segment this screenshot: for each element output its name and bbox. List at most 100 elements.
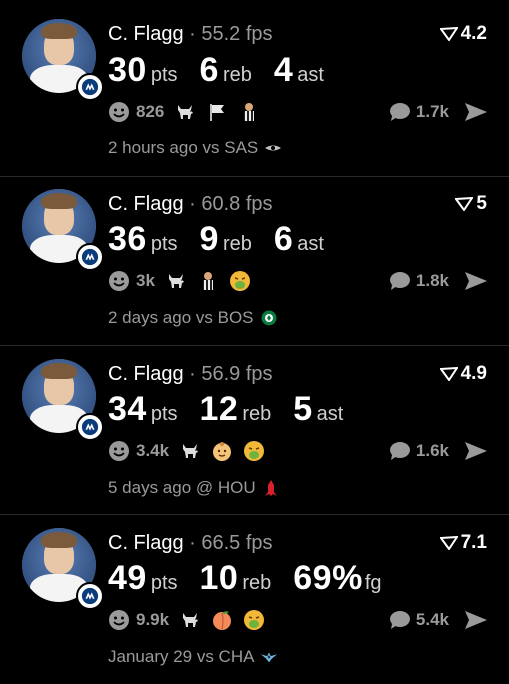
reaction-button[interactable]: 9.9k — [108, 609, 169, 631]
sick-face-icon[interactable] — [229, 270, 251, 292]
reactions-row: 3k — [108, 270, 251, 292]
reactions-row: 826 — [108, 101, 260, 123]
celtics-logo-icon — [260, 310, 278, 326]
mavericks-logo-icon — [76, 582, 104, 610]
game-feed: C. Flagg · 55.2 fps 4.2 30 pts 6 reb 4 ast … — [0, 0, 509, 684]
stat-value: 34 — [108, 390, 147, 428]
rating-badge: 7.1 — [439, 532, 487, 554]
reactions-row: 9.9k — [108, 609, 265, 631]
stat-unit: pts — [150, 572, 178, 594]
stat-unit: reb — [222, 64, 252, 86]
game-time: January 29 vs CHA — [108, 647, 255, 666]
rating-value: 4.2 — [460, 23, 487, 44]
stat-unit: pts — [150, 403, 178, 425]
goat-icon[interactable] — [165, 270, 187, 292]
stat-unit: ast — [297, 233, 324, 255]
game-time: 5 days ago @ HOU — [108, 478, 256, 497]
player-name[interactable]: C. Flagg — [108, 23, 184, 45]
reaction-button[interactable]: 3.4k — [108, 440, 169, 462]
comment-icon — [389, 103, 410, 121]
stat-unit: reb — [222, 233, 252, 255]
rating-value: 5 — [476, 193, 487, 214]
spurs-logo-icon — [264, 140, 282, 156]
smiley-icon — [108, 440, 130, 462]
comment-icon — [389, 442, 410, 460]
reaction-count: 826 — [136, 102, 165, 121]
baby-icon[interactable] — [211, 440, 233, 462]
stat-value: 10 — [199, 559, 239, 597]
sick-face-icon[interactable] — [243, 609, 265, 631]
rating-badge: 5 — [455, 193, 487, 215]
stat-unit: reb — [242, 403, 272, 425]
player-name[interactable]: C. Flagg — [108, 532, 184, 554]
fps-score: · 56.9 fps — [189, 363, 273, 385]
referee-icon[interactable] — [238, 101, 260, 123]
game-meta: 5 days ago @ HOU — [108, 478, 280, 498]
player-name[interactable]: C. Flagg — [108, 363, 184, 385]
player-name[interactable]: C. Flagg — [108, 193, 184, 215]
stat-value: 12 — [199, 390, 239, 428]
rating-icon — [439, 536, 458, 550]
share-icon[interactable] — [463, 440, 489, 462]
reaction-button[interactable]: 826 — [108, 101, 164, 123]
mavericks-logo-icon — [76, 413, 104, 441]
rating-value: 7.1 — [460, 532, 487, 553]
stat-line: 30 pts 6 reb 4 ast — [108, 51, 346, 90]
share-icon[interactable] — [463, 101, 489, 123]
fps-score: · 55.2 fps — [189, 23, 273, 45]
comments-button[interactable]: 5.4k — [389, 610, 449, 630]
stat-line: 34 pts 12 reb 5 ast — [108, 390, 365, 429]
post-header: C. Flagg · 56.9 fps — [108, 363, 273, 386]
stat-line: 36 pts 9 reb 6 ast — [108, 220, 346, 259]
goat-icon[interactable] — [179, 440, 201, 462]
stat-value: 6 — [273, 220, 294, 258]
referee-icon[interactable] — [197, 270, 219, 292]
stat-unit: pts — [150, 64, 178, 86]
stat-line: 49 pts 10 reb 69% fg — [108, 559, 404, 598]
fps-score: · 66.5 fps — [189, 532, 273, 554]
comments-button[interactable]: 1.6k — [389, 441, 449, 461]
smiley-icon — [108, 609, 130, 631]
comments-button[interactable]: 1.8k — [389, 271, 449, 291]
stat-value: 4 — [273, 51, 294, 89]
comment-count: 5.4k — [415, 610, 449, 629]
game-card[interactable]: C. Flagg · 55.2 fps 4.2 30 pts 6 reb 4 ast … — [0, 0, 509, 177]
comment-icon — [389, 611, 410, 629]
stat-unit: ast — [297, 64, 324, 86]
comment-count: 1.6k — [415, 441, 449, 460]
stat-unit: reb — [242, 572, 272, 594]
share-icon[interactable] — [463, 609, 489, 631]
goat-icon[interactable] — [179, 609, 201, 631]
game-meta: January 29 vs CHA — [108, 647, 278, 667]
stat-value: 36 — [108, 220, 147, 258]
reaction-button[interactable]: 3k — [108, 270, 155, 292]
game-meta: 2 hours ago vs SAS — [108, 138, 282, 158]
flag-icon[interactable] — [206, 101, 228, 123]
peach-icon[interactable] — [211, 609, 233, 631]
reaction-count: 3.4k — [136, 441, 170, 460]
comment-count: 1.7k — [415, 102, 449, 121]
goat-icon[interactable] — [174, 101, 196, 123]
mavericks-logo-icon — [76, 73, 104, 101]
game-card[interactable]: C. Flagg · 60.8 fps 5 36 pts 9 reb 6 ast 3k… — [0, 177, 509, 346]
rating-value: 4.9 — [460, 363, 487, 384]
sick-face-icon[interactable] — [243, 440, 265, 462]
game-card[interactable]: C. Flagg · 56.9 fps 4.9 34 pts 12 reb 5 ast… — [0, 346, 509, 515]
smiley-icon — [108, 101, 130, 123]
hornets-logo-icon — [260, 649, 278, 665]
post-header: C. Flagg · 66.5 fps — [108, 532, 273, 555]
stat-unit: pts — [150, 233, 178, 255]
game-time: 2 days ago vs BOS — [108, 308, 254, 327]
smiley-icon — [108, 270, 130, 292]
rating-badge: 4.9 — [439, 363, 487, 385]
stat-unit: fg — [364, 572, 382, 594]
comments-button[interactable]: 1.7k — [389, 102, 449, 122]
rating-icon — [439, 367, 458, 381]
game-card[interactable]: C. Flagg · 66.5 fps 7.1 49 pts 10 reb 69% f… — [0, 515, 509, 684]
stat-value: 69% — [293, 559, 363, 597]
stat-value: 49 — [108, 559, 147, 597]
share-icon[interactable] — [463, 270, 489, 292]
game-time: 2 hours ago vs SAS — [108, 138, 259, 157]
mavericks-logo-icon — [76, 243, 104, 271]
post-header: C. Flagg · 55.2 fps — [108, 23, 273, 46]
